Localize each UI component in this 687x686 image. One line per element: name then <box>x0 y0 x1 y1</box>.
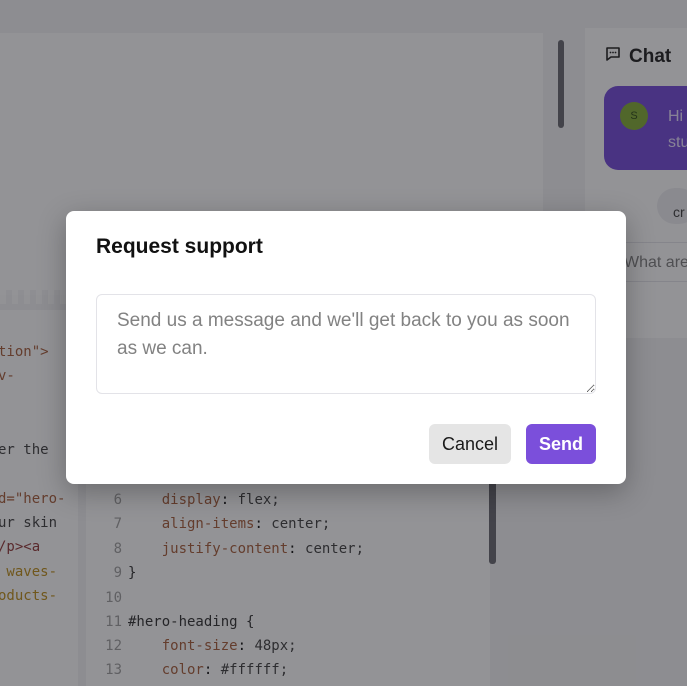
dialog-title: Request support <box>96 235 263 258</box>
cancel-button[interactable]: Cancel <box>429 424 511 464</box>
send-button[interactable]: Send <box>526 424 596 464</box>
support-message-textarea[interactable] <box>96 294 596 394</box>
request-support-dialog: Request support Cancel Send <box>66 211 626 484</box>
